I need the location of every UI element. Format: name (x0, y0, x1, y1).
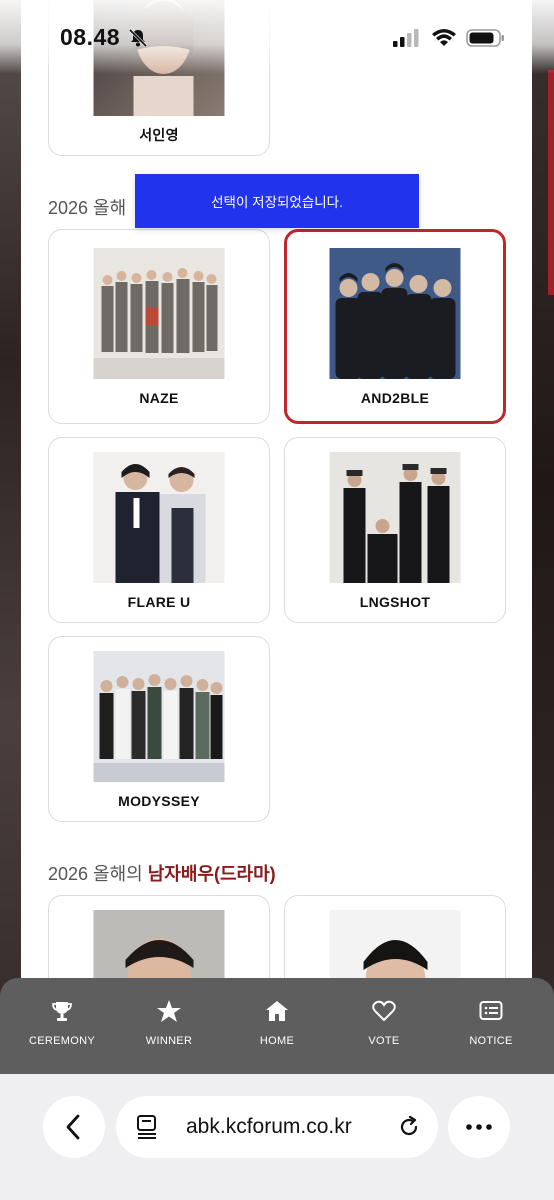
star-icon (157, 1000, 181, 1022)
nominee-name: AND2BLE (360, 390, 430, 406)
cellular-signal-icon (393, 29, 419, 47)
nominee-name: MODYSSEY (118, 793, 200, 809)
more-options-button[interactable] (448, 1096, 510, 1158)
nominee-photo (329, 248, 461, 379)
battery-icon (466, 29, 504, 47)
nominee-name: LNGSHOT (359, 594, 431, 610)
browser-toolbar: abk.kcforum.co.kr (0, 1074, 554, 1200)
nominee-card-naze[interactable]: NAZE (48, 229, 270, 424)
tab-vote[interactable]: VOTE (329, 978, 439, 1074)
tab-label: CEREMONY (29, 1035, 95, 1047)
tab-label: WINNER (145, 1035, 193, 1047)
bottom-tab-bar: CEREMONY WINNER HOME VOTE NOTICE (0, 978, 554, 1074)
address-bar[interactable]: abk.kcforum.co.kr (116, 1096, 438, 1158)
home-icon (266, 1001, 288, 1021)
tab-label: HOME (259, 1035, 295, 1047)
chevron-left-icon (66, 1114, 80, 1140)
nominee-name: 서인영 (139, 127, 179, 143)
toast-message: 선택이 저장되었습니다. (135, 174, 419, 228)
wifi-icon (432, 29, 456, 46)
tab-home[interactable]: HOME (222, 978, 332, 1074)
nominee-photo (93, 248, 225, 379)
nominee-card-modyssey[interactable]: MODYSSEY (48, 636, 270, 822)
bell-muted-icon (128, 28, 148, 48)
nominee-card-flare-u[interactable]: FLARE U (48, 437, 270, 623)
tab-ceremony[interactable]: CEREMONY (7, 978, 117, 1074)
notice-icon (479, 1001, 503, 1020)
tab-label: NOTICE (469, 1035, 513, 1047)
back-button[interactable] (43, 1096, 105, 1158)
section-title-male-actor-drama: 2026 올해의 남자배우(드라마) (48, 864, 276, 884)
section-title: 2026 올해 (48, 198, 127, 218)
status-time: 08.48 (60, 24, 121, 50)
tab-label: VOTE (368, 1035, 400, 1047)
nominee-photo (93, 651, 225, 782)
tab-notice[interactable]: NOTICE (436, 978, 546, 1074)
nominee-name: NAZE (139, 390, 179, 406)
nominee-card-lngshot[interactable]: LNGSHOT (284, 437, 506, 623)
status-bar: 08.48 (0, 0, 554, 74)
nominee-photo (329, 452, 461, 583)
reader-mode-icon[interactable] (136, 1115, 158, 1139)
heart-icon (372, 1000, 396, 1022)
trophy-icon (52, 1002, 72, 1021)
url-text: abk.kcforum.co.kr (186, 1115, 352, 1138)
nominee-name: FLARE U (127, 594, 191, 610)
reload-icon[interactable] (398, 1116, 420, 1138)
nominee-photo (93, 452, 225, 583)
more-icon (466, 1124, 492, 1130)
tab-winner[interactable]: WINNER (114, 978, 224, 1074)
nominee-card-and2ble[interactable]: AND2BLE (284, 229, 506, 424)
